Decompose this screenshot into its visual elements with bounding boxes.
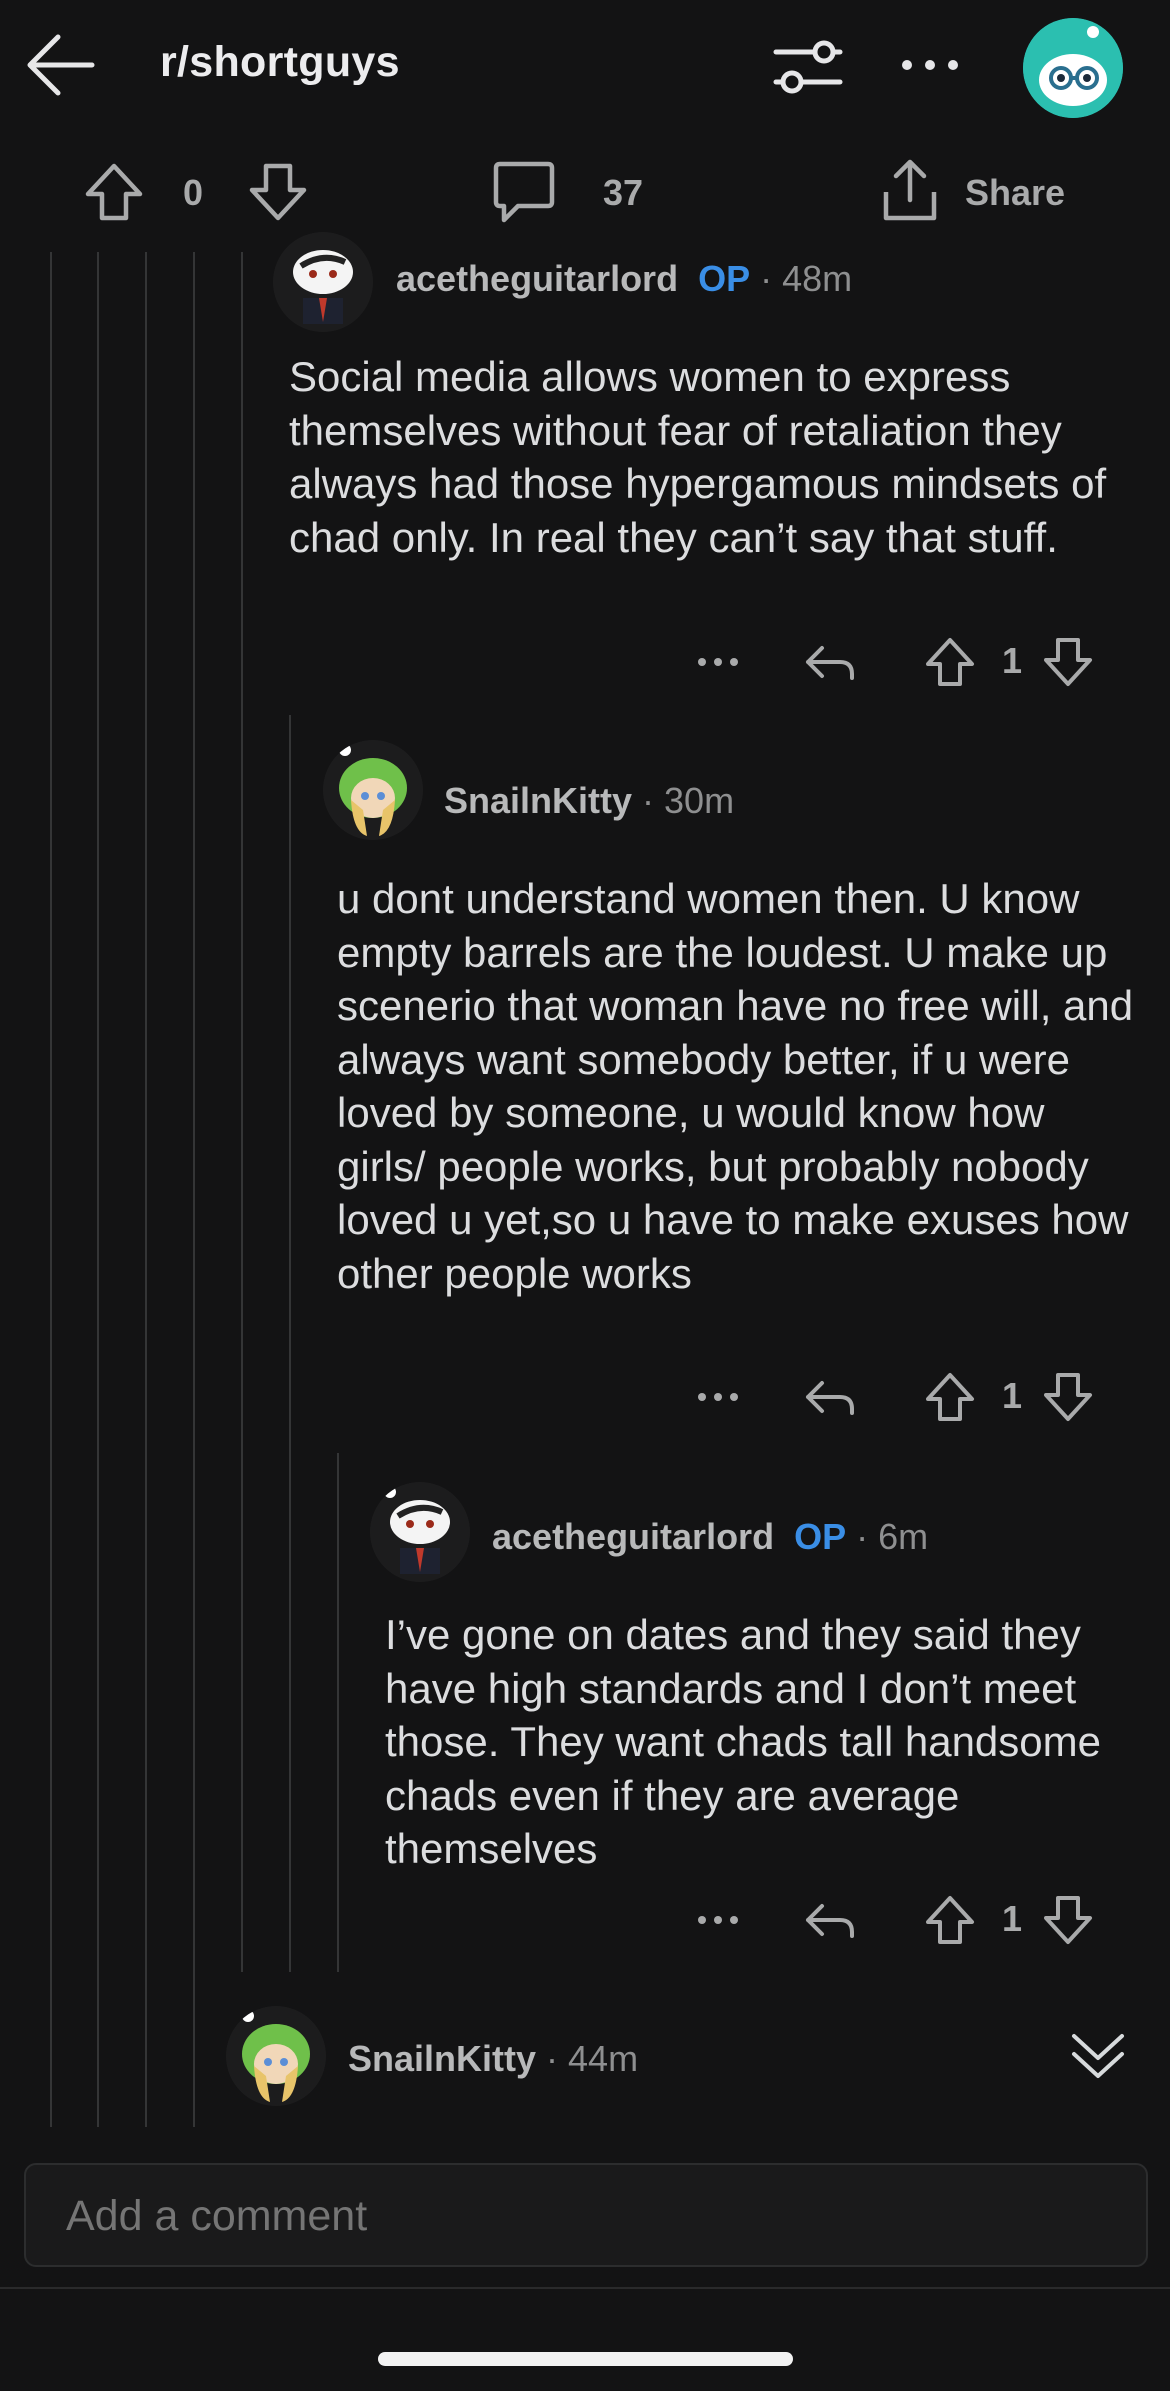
comment-actions: 1 xyxy=(690,632,1110,692)
comment-meta: acetheguitarlord OP · 6m xyxy=(492,1516,929,1557)
comment-score: 1 xyxy=(1002,1898,1023,1939)
thread-line[interactable] xyxy=(193,252,195,2127)
snoo-avatar-icon xyxy=(1023,18,1123,118)
thread-line[interactable] xyxy=(241,252,243,1972)
comment-age: 44m xyxy=(568,2038,639,2079)
comment-actions: 1 xyxy=(690,1367,1110,1427)
frog-hood-avatar-icon xyxy=(323,740,423,840)
comment-icon xyxy=(493,161,555,223)
reply-icon[interactable] xyxy=(800,1890,860,1950)
downvote-icon[interactable] xyxy=(1042,1367,1094,1427)
snoo-avatar-icon xyxy=(273,232,373,332)
expand-thread-button[interactable] xyxy=(1068,2026,1128,2086)
comment-composer[interactable] xyxy=(24,2163,1148,2267)
comment-score: 1 xyxy=(1002,1375,1023,1416)
frog-hood-avatar-icon xyxy=(226,2006,326,2106)
user-avatar[interactable] xyxy=(1023,18,1123,118)
share-button[interactable] xyxy=(880,158,940,224)
more-horizontal-icon[interactable] xyxy=(690,1890,746,1950)
avatar[interactable] xyxy=(323,740,423,840)
downvote-icon[interactable] xyxy=(1042,1890,1094,1950)
more-options-button[interactable] xyxy=(895,40,965,90)
collapse-chevrons-icon xyxy=(1072,2034,1124,2078)
downvote-icon[interactable] xyxy=(1042,632,1094,692)
more-horizontal-icon[interactable] xyxy=(690,1367,746,1427)
comment-meta: SnailnKitty · 44m xyxy=(348,2038,639,2079)
snoo-avatar-icon xyxy=(370,1482,470,1582)
post-score: 0 xyxy=(183,172,204,213)
post-comments-button[interactable] xyxy=(492,158,556,226)
thread-line[interactable] xyxy=(289,715,291,1972)
share-label[interactable]: Share xyxy=(965,172,1065,214)
thread-line[interactable] xyxy=(145,252,147,2127)
comment-count: 37 xyxy=(603,172,644,213)
comment-username[interactable]: SnailnKitty xyxy=(444,780,632,821)
add-comment-input[interactable] xyxy=(64,2191,1068,2242)
comment-username[interactable]: acetheguitarlord xyxy=(396,258,678,299)
reply-icon[interactable] xyxy=(800,1367,860,1427)
comment-username[interactable]: acetheguitarlord xyxy=(492,1516,774,1557)
home-indicator[interactable] xyxy=(378,2352,793,2366)
comment-age: 48m xyxy=(782,258,853,299)
upvote-icon[interactable] xyxy=(924,1890,976,1950)
more-horizontal-icon xyxy=(902,60,958,70)
comment-body: Social media allows women to express the… xyxy=(289,353,1107,561)
thread-line[interactable] xyxy=(97,252,99,2127)
post-upvote-button[interactable] xyxy=(82,160,146,224)
comment-score: 1 xyxy=(1002,640,1023,681)
reply-icon[interactable] xyxy=(800,632,860,692)
back-button[interactable] xyxy=(20,25,100,105)
filter-button[interactable] xyxy=(768,32,848,102)
upvote-icon xyxy=(85,163,143,221)
more-horizontal-icon[interactable] xyxy=(690,632,746,692)
comment-meta: acetheguitarlord OP · 48m xyxy=(396,258,853,299)
avatar[interactable] xyxy=(226,2006,326,2106)
op-badge: OP xyxy=(698,258,751,299)
thread-line[interactable] xyxy=(337,1453,339,1972)
avatar[interactable] xyxy=(273,232,373,332)
comment-age: 30m xyxy=(664,780,735,821)
avatar[interactable] xyxy=(370,1482,470,1582)
comment-body: u dont understand women then. U know emp… xyxy=(337,875,1134,1297)
thread-line[interactable] xyxy=(50,252,52,2127)
comment-username[interactable]: SnailnKitty xyxy=(348,2038,536,2079)
subreddit-title[interactable]: r/shortguys xyxy=(160,38,400,87)
divider xyxy=(0,2287,1170,2289)
back-arrow-icon xyxy=(27,34,95,96)
comment-body: I’ve gone on dates and they said they ha… xyxy=(385,1611,1101,1872)
op-badge: OP xyxy=(794,1516,847,1557)
share-icon xyxy=(883,159,937,221)
upvote-icon[interactable] xyxy=(924,1367,976,1427)
filter-icon xyxy=(773,40,843,94)
comment-actions: 1 xyxy=(690,1890,1110,1950)
downvote-icon xyxy=(249,163,307,221)
post-downvote-button[interactable] xyxy=(246,160,310,224)
upvote-icon[interactable] xyxy=(924,632,976,692)
comment-age: 6m xyxy=(878,1516,929,1557)
comment-meta: SnailnKitty · 30m xyxy=(444,780,735,821)
